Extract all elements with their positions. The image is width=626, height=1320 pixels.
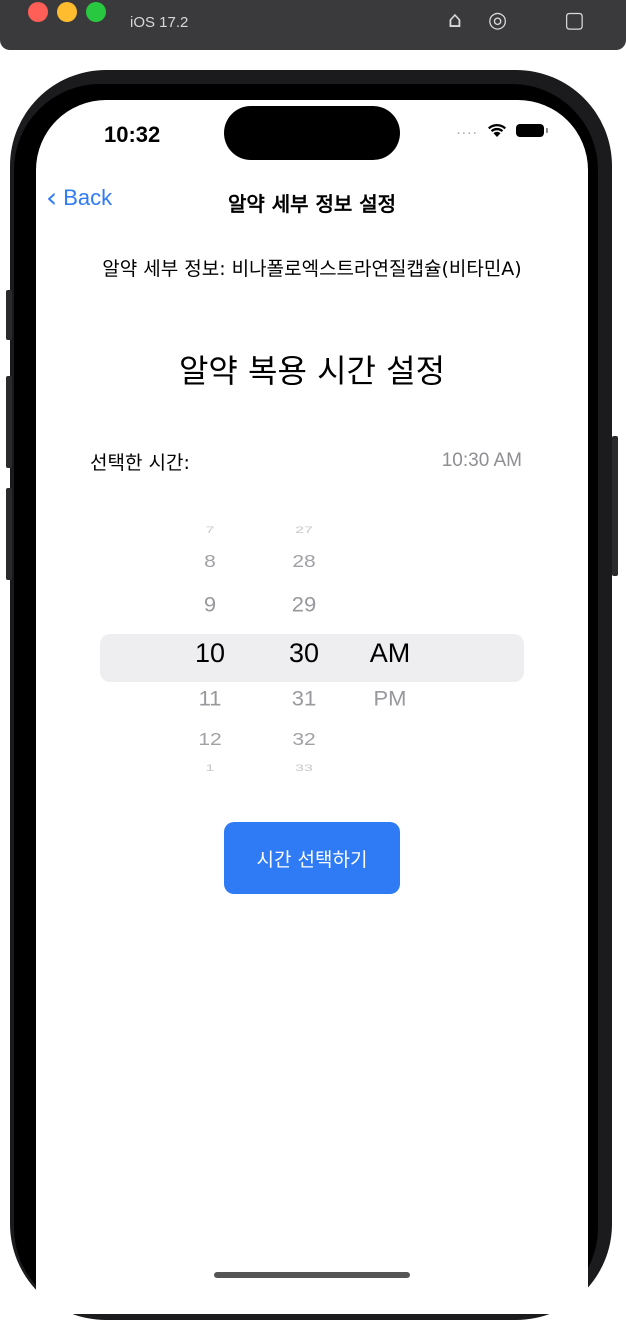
minute-option[interactable]: 30	[264, 638, 344, 669]
volume-down-button	[6, 488, 12, 580]
minute-option[interactable]: 32	[264, 730, 344, 750]
simulator-os-label: iOS 17.2	[130, 14, 189, 31]
rotate-icon[interactable]: ▢	[564, 8, 585, 33]
status-icons: ....	[456, 122, 548, 138]
phone-screen: 10:32 .... ‹ Back 알약 세부 정보 설정 알약 세부 정보: …	[36, 100, 588, 1314]
volume-up-button	[6, 376, 12, 468]
hour-option[interactable]: 10	[170, 638, 250, 669]
pill-detail-text: 알약 세부 정보: 비나폴로엑스트라연질캡슐(비타민A)	[102, 258, 522, 280]
minute-option[interactable]: 31	[264, 687, 344, 712]
minimize-window-button[interactable]	[57, 2, 77, 22]
screenshot-icon[interactable]: ◎	[488, 8, 507, 33]
wifi-icon	[488, 123, 506, 137]
battery-icon	[516, 123, 548, 137]
selected-time-value: 10:30 AM	[441, 450, 522, 471]
status-time: 10:32	[104, 122, 161, 147]
hour-option[interactable]: 11	[170, 687, 250, 712]
hour-option[interactable]: 8	[170, 552, 250, 572]
selected-time-label: 선택한 시간:	[90, 452, 190, 474]
section-title: 알약 복용 시간 설정	[178, 352, 446, 390]
ampm-option[interactable]: PM	[350, 687, 430, 712]
minute-option[interactable]: 29	[264, 593, 344, 618]
close-window-button[interactable]	[28, 2, 48, 22]
hour-option[interactable]: 9	[170, 593, 250, 618]
mute-switch	[6, 290, 12, 340]
minute-option[interactable]: 33	[264, 764, 344, 774]
zoom-window-button[interactable]	[86, 2, 106, 22]
select-time-button[interactable]: 시간 선택하기	[224, 822, 400, 894]
nav-title: 알약 세부 정보 설정	[227, 192, 397, 216]
simulator-titlebar: iOS 17.2 ⌂ ◎ ▢	[0, 0, 626, 50]
hour-option[interactable]: 7	[170, 526, 250, 536]
dynamic-island	[224, 106, 400, 160]
time-picker[interactable]: 7 8 9 10 11 12 1 27 28 29 30 31 32 33 AM PM	[100, 520, 524, 780]
hour-option[interactable]: 1	[170, 764, 250, 774]
minute-option[interactable]: 28	[264, 552, 344, 572]
home-icon[interactable]: ⌂	[448, 8, 462, 33]
signal-dots: ....	[456, 122, 478, 138]
minute-option[interactable]: 27	[264, 526, 344, 536]
home-indicator	[214, 1272, 410, 1278]
hour-option[interactable]: 12	[170, 730, 250, 750]
power-button	[612, 436, 618, 576]
ampm-option[interactable]: AM	[350, 638, 430, 669]
